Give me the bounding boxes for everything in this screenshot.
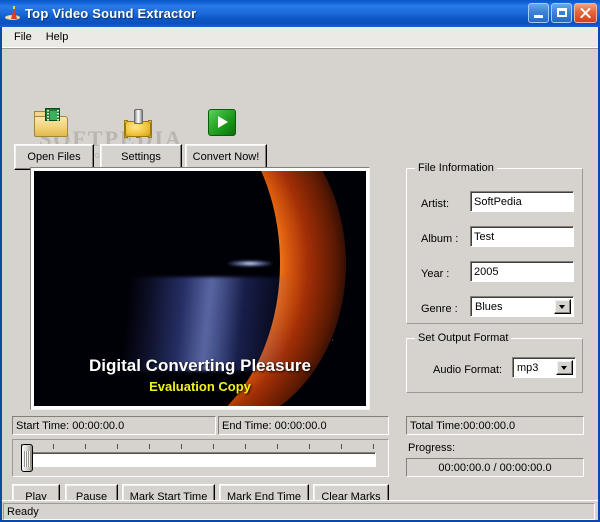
window-title: Top Video Sound Extractor: [25, 6, 197, 21]
start-time-text: Start Time: 00:00:00.0: [16, 419, 125, 432]
progress-value-text: 00:00:00.0 / 00:00:00.0: [438, 461, 552, 474]
menu-bar: File Help: [2, 27, 598, 47]
settings-label: Settings: [121, 151, 161, 163]
year-field[interactable]: 2005: [470, 261, 574, 282]
status-bar: Ready: [2, 500, 598, 520]
green-play-icon: [208, 109, 236, 136]
file-information-title: File Information: [415, 162, 497, 174]
slider-track[interactable]: [22, 452, 376, 467]
application-window: Top Video Sound Extractor File Help SOFT…: [0, 0, 600, 522]
total-time-display: Total Time:00:00:00.0: [406, 416, 584, 435]
slider-ticks: [21, 444, 377, 449]
gear-screw-icon: [123, 108, 153, 138]
audio-format-value: mp3: [517, 361, 539, 374]
convert-now-label: Convert Now!: [192, 151, 260, 163]
menu-item-help[interactable]: Help: [40, 29, 77, 46]
preview-title: Digital Converting Pleasure: [89, 356, 311, 375]
client-area: File Help SOFTPEDIA www.softpedia.com: [2, 27, 598, 520]
window-controls: [528, 3, 597, 23]
status-text-panel: Ready: [3, 503, 595, 520]
chevron-down-icon[interactable]: [554, 299, 571, 314]
timeline-slider[interactable]: [12, 439, 389, 477]
genre-label: Genre :: [421, 303, 458, 315]
close-button[interactable]: [574, 3, 597, 23]
end-time-display: End Time: 00:00:00.0: [218, 416, 389, 435]
end-time-text: End Time: 00:00:00.0: [222, 419, 327, 432]
progress-display: 00:00:00.0 / 00:00:00.0: [406, 458, 584, 477]
title-bar: Top Video Sound Extractor: [0, 0, 600, 27]
genre-combobox[interactable]: Blues: [470, 296, 574, 317]
video-preview-frame[interactable]: Digital Converting Pleasure Evaluation C…: [30, 167, 370, 410]
output-format-group: Set Output Format Audio Format: mp3: [406, 332, 583, 393]
minimize-button[interactable]: [528, 3, 549, 23]
year-label: Year :: [421, 268, 450, 280]
artist-field[interactable]: SoftPedia: [470, 191, 574, 212]
status-text: Ready: [7, 505, 39, 518]
open-files-label: Open Files: [27, 151, 81, 163]
audio-format-label: Audio Format:: [433, 364, 503, 376]
output-format-title: Set Output Format: [415, 332, 512, 344]
toolbar: SOFTPEDIA www.softpedia.com Open Fil: [2, 50, 598, 170]
video-extractor-icon: [4, 5, 21, 22]
album-value: Test: [474, 230, 495, 243]
year-value: 2005: [474, 265, 499, 278]
folder-film-icon: [34, 107, 68, 137]
total-time-text: Total Time:00:00:00.0: [410, 419, 516, 432]
menu-item-file[interactable]: File: [8, 29, 40, 46]
chevron-down-icon[interactable]: [556, 360, 573, 375]
start-time-display: Start Time: 00:00:00.0: [12, 416, 216, 435]
video-preview[interactable]: Digital Converting Pleasure Evaluation C…: [34, 171, 366, 406]
album-field[interactable]: Test: [470, 226, 574, 247]
preview-subtitle: Evaluation Copy: [149, 379, 251, 394]
progress-label: Progress:: [408, 442, 456, 454]
audio-format-combobox[interactable]: mp3: [512, 357, 576, 378]
genre-value: Blues: [475, 300, 503, 313]
artist-value: SoftPedia: [474, 195, 522, 208]
slider-thumb[interactable]: [21, 444, 33, 472]
menu-separator: [2, 47, 598, 49]
artist-label: Artist:: [421, 198, 450, 210]
file-information-group: File Information Artist: SoftPedia Album…: [406, 162, 583, 324]
album-label: Album :: [421, 233, 459, 245]
maximize-button[interactable]: [551, 3, 572, 23]
